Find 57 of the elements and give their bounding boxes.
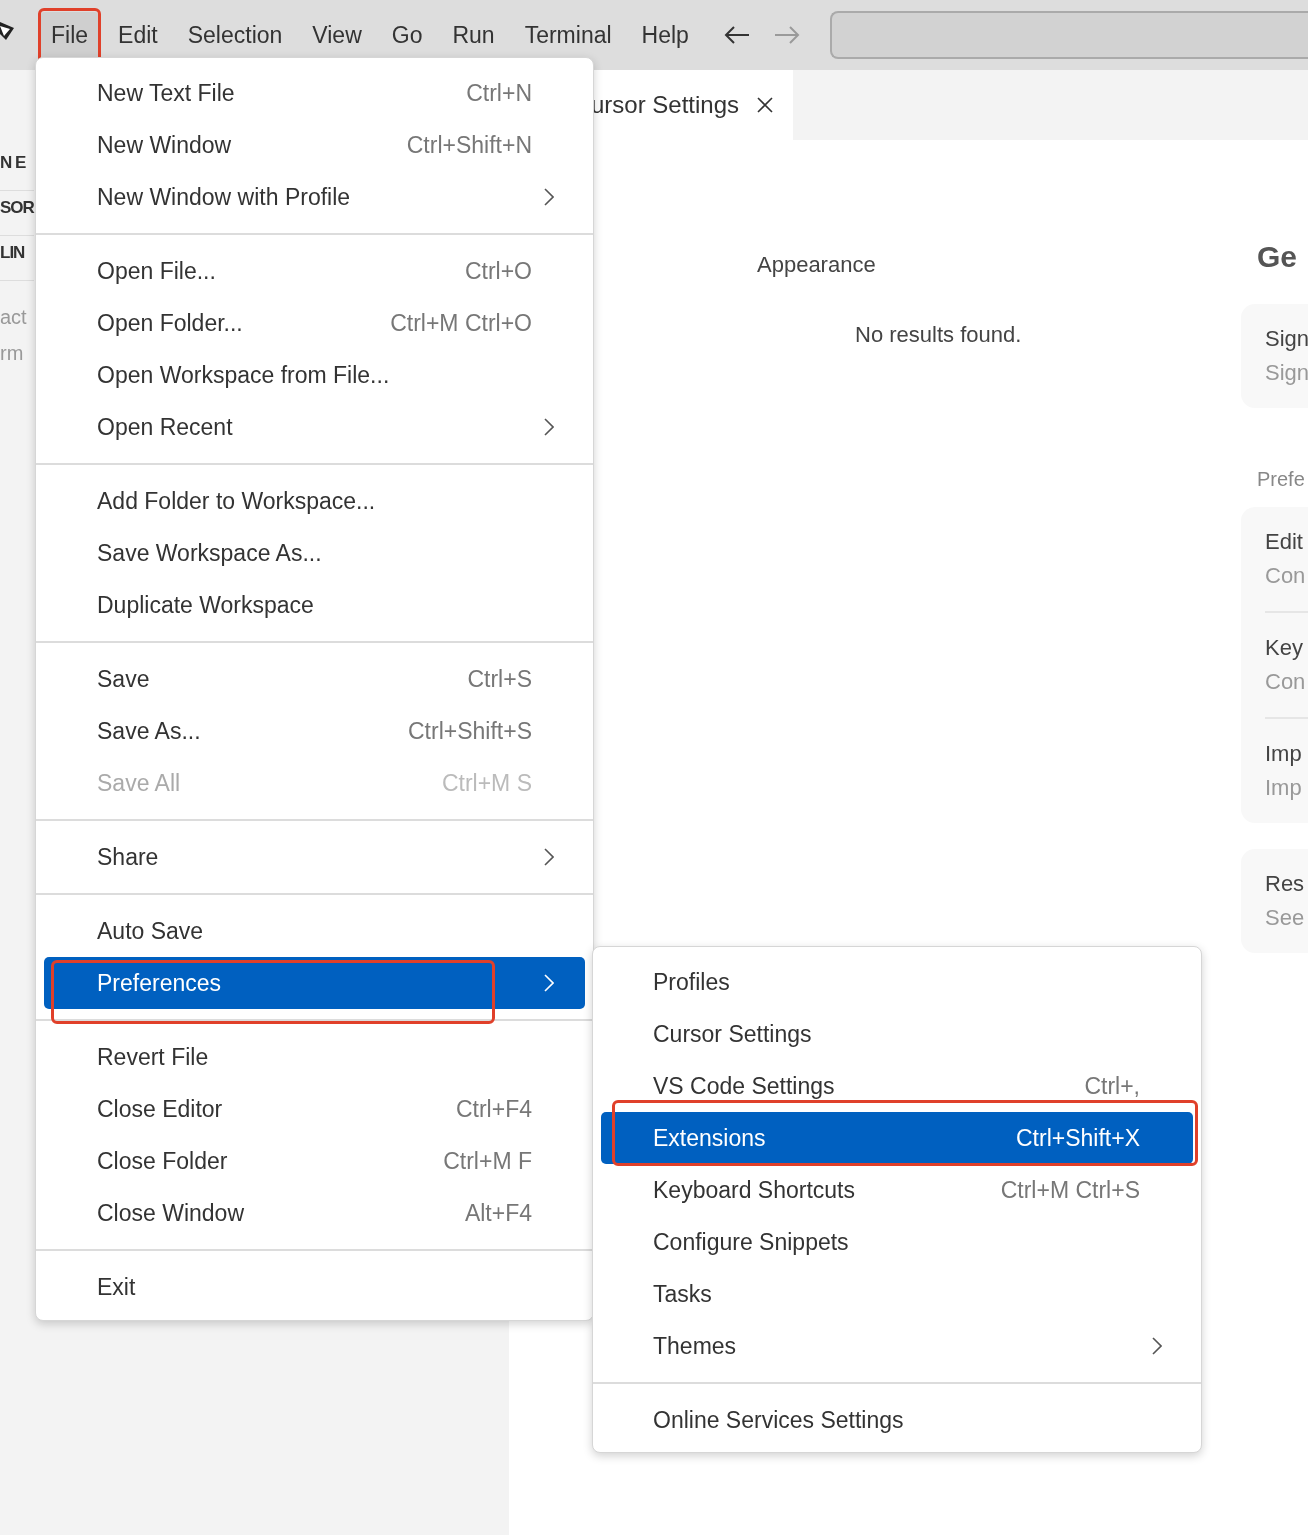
menu-bar-item[interactable]: Edit bbox=[107, 11, 169, 59]
menu-bar-item[interactable]: Go bbox=[380, 11, 434, 59]
menu-item[interactable]: Keyboard Shortcuts Ctrl+M Ctrl+S bbox=[601, 1164, 1193, 1216]
menu-bar-item[interactable]: Selection bbox=[176, 11, 294, 59]
section-title: Ge bbox=[1257, 240, 1299, 274]
logo-icon bbox=[0, 20, 14, 42]
setting-title: Sign bbox=[1265, 326, 1308, 352]
setting-description: See bbox=[1265, 905, 1306, 931]
menu-item[interactable]: Close Editor Ctrl+F4 bbox=[44, 1083, 585, 1135]
menu-item[interactable]: Exit bbox=[44, 1261, 585, 1313]
menu-item[interactable]: Save Ctrl+S bbox=[44, 653, 585, 705]
menu-item[interactable]: VS Code Settings Ctrl+, bbox=[601, 1060, 1193, 1112]
menu-item[interactable]: Revert File bbox=[44, 1031, 585, 1083]
menu-item[interactable]: Preferences bbox=[44, 957, 585, 1009]
setting-description: Con bbox=[1265, 563, 1307, 589]
sidebar-text: act bbox=[0, 305, 28, 330]
menu-item[interactable]: Open File... Ctrl+O bbox=[44, 245, 585, 297]
menu-item[interactable]: Configure Snippets bbox=[601, 1216, 1193, 1268]
menu-item[interactable]: Save Workspace As... bbox=[44, 527, 585, 579]
empty-message: No results found. bbox=[855, 322, 1023, 348]
menu-item[interactable]: Tasks bbox=[601, 1268, 1193, 1320]
menu-item[interactable]: Close Folder Ctrl+M F bbox=[44, 1135, 585, 1187]
menu-item[interactable]: Cursor Settings bbox=[601, 1008, 1193, 1060]
menu-item[interactable]: Duplicate Workspace bbox=[44, 579, 585, 631]
setting-description: Con bbox=[1265, 669, 1307, 695]
menu-item[interactable]: Auto Save bbox=[44, 905, 585, 957]
menu-bar-item[interactable]: Terminal bbox=[513, 11, 623, 59]
menu-item[interactable]: Open Workspace from File... bbox=[44, 349, 585, 401]
menu-item[interactable]: Add Folder to Workspace... bbox=[44, 475, 585, 527]
setting-title: Key bbox=[1265, 635, 1304, 661]
search-field[interactable] bbox=[829, 11, 1308, 59]
menu-item[interactable]: Themes bbox=[601, 1320, 1193, 1372]
menu-item[interactable]: Profiles bbox=[601, 956, 1193, 1008]
toc-item[interactable]: Appearance bbox=[757, 252, 1241, 278]
setting-description: Sign bbox=[1265, 360, 1308, 386]
sidebar-text: rm bbox=[0, 341, 25, 366]
setting-description: Imp bbox=[1265, 775, 1303, 801]
section-label: Prefe bbox=[1257, 468, 1306, 491]
close-icon[interactable] bbox=[757, 97, 774, 113]
menu-item[interactable]: Online Services Settings bbox=[601, 1394, 1193, 1446]
setting-title: Res bbox=[1265, 871, 1306, 897]
menu-item[interactable]: Open Recent bbox=[44, 401, 585, 453]
menu-bar-item[interactable]: Run bbox=[441, 11, 506, 59]
section-heading: SOR bbox=[0, 191, 34, 236]
section-heading: LIN bbox=[0, 236, 34, 281]
menu-bar-item[interactable]: View bbox=[301, 11, 373, 59]
menu-item[interactable]: Extensions Ctrl+Shift+X bbox=[601, 1112, 1193, 1164]
setting-title: Imp bbox=[1265, 741, 1303, 767]
section-heading: N E bbox=[0, 146, 34, 191]
back-arrow-icon[interactable] bbox=[723, 25, 750, 45]
menu-item[interactable]: New Window with Profile bbox=[44, 171, 585, 223]
setting-title: Edit bbox=[1265, 529, 1304, 555]
menu-item[interactable]: Close Window Alt+F4 bbox=[44, 1187, 585, 1239]
menu-item[interactable]: Save As... Ctrl+Shift+S bbox=[44, 705, 585, 757]
menu-item[interactable]: Share bbox=[44, 831, 585, 883]
menu-item[interactable]: Open Folder... Ctrl+M Ctrl+O bbox=[44, 297, 585, 349]
menu-bar-item[interactable]: Help bbox=[630, 11, 700, 59]
